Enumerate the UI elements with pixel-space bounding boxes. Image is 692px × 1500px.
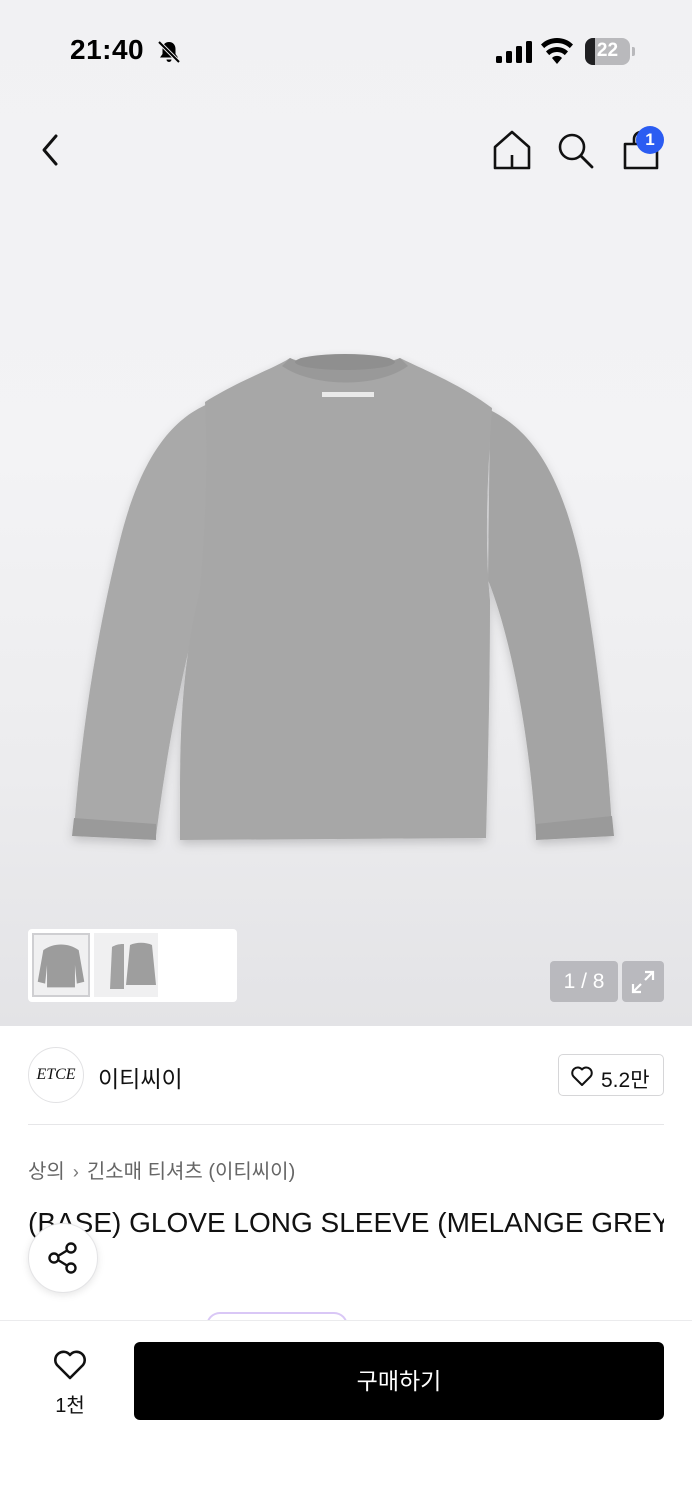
battery-percent: 22 bbox=[596, 40, 619, 61]
brand-like-button[interactable]: 5.2만 bbox=[558, 1054, 664, 1096]
home-icon[interactable] bbox=[490, 128, 534, 172]
breadcrumb-subcategory[interactable]: 긴소매 티셔츠 (이티씨이) bbox=[87, 1161, 295, 1183]
signal-icon bbox=[496, 41, 532, 63]
back-icon[interactable] bbox=[34, 132, 66, 168]
expand-button[interactable] bbox=[622, 961, 664, 1002]
brand-logo[interactable]: ETCE bbox=[28, 1047, 84, 1103]
status-bar: 21:40 22 bbox=[0, 0, 692, 100]
breadcrumb: 상의 › 긴소매 티셔츠 (이티씨이) bbox=[28, 1155, 295, 1184]
expand-icon bbox=[631, 970, 655, 994]
image-counter: 1 / 8 bbox=[550, 961, 618, 1002]
product-gallery[interactable]: 21:40 22 1 1 / 8 bbox=[0, 0, 692, 1026]
share-button[interactable] bbox=[28, 1223, 98, 1293]
heart-icon bbox=[571, 1066, 593, 1086]
product-image[interactable] bbox=[60, 340, 630, 860]
buy-button[interactable]: 구매하기 bbox=[134, 1342, 664, 1420]
chevron-right-icon: › bbox=[72, 1162, 79, 1182]
thumbnail-3[interactable] bbox=[124, 933, 158, 997]
divider bbox=[28, 1124, 664, 1125]
product-title: (BASE) GLOVE LONG SLEEVE (MELANGE GREY) bbox=[28, 1207, 664, 1238]
bell-off-icon bbox=[157, 40, 181, 64]
cart-badge: 1 bbox=[636, 126, 664, 154]
thumbnail-1[interactable] bbox=[32, 933, 90, 997]
search-icon[interactable] bbox=[555, 130, 595, 170]
status-time: 21:40 bbox=[70, 34, 145, 65]
brand-name[interactable]: 이티씨이 bbox=[98, 1060, 183, 1094]
wifi-icon bbox=[541, 38, 573, 64]
bottom-action-bar: 1천 구매하기 bbox=[0, 1320, 692, 1500]
thumbnail-strip bbox=[28, 929, 237, 1002]
wishlist-heart-icon[interactable] bbox=[52, 1349, 88, 1381]
battery-icon: 22 bbox=[585, 38, 635, 65]
share-icon bbox=[48, 1242, 77, 1274]
breadcrumb-category[interactable]: 상의 bbox=[28, 1161, 65, 1183]
brand-like-count: 5.2만 bbox=[601, 1069, 650, 1092]
wishlist-count: 1천 bbox=[55, 1395, 85, 1417]
